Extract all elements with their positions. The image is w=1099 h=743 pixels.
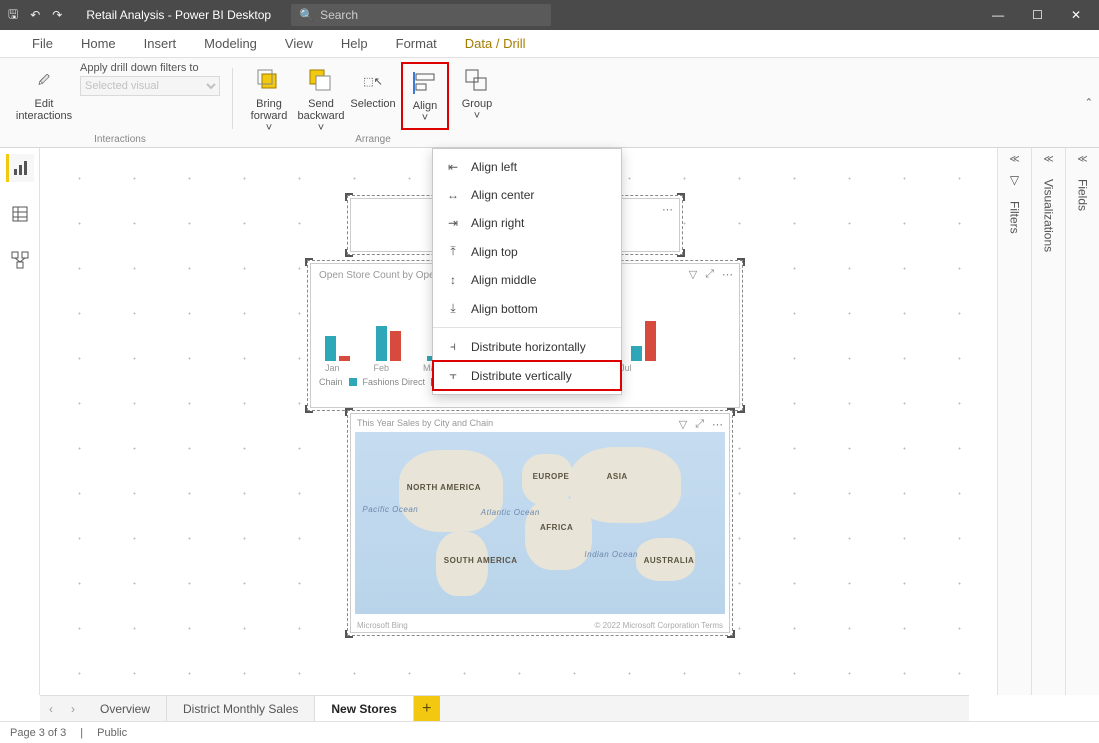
ribbon-group-interactions: 🖉 Edit interactions Apply drill down fil… (12, 62, 228, 147)
visual-more-icon[interactable]: ⋯ (722, 268, 733, 281)
minimize-icon[interactable]: — (992, 8, 1004, 22)
align-menu-align-center[interactable]: ↔Align center (433, 181, 621, 209)
align-menu-align-top[interactable]: ⤒Align top (433, 237, 621, 266)
redo-icon[interactable]: ↷ (52, 8, 62, 22)
ribbon-collapse-icon[interactable]: ⌃ (1085, 97, 1093, 108)
tab-data-drill[interactable]: Data / Drill (451, 30, 540, 57)
tab-help[interactable]: Help (327, 30, 382, 57)
filters-pane[interactable]: ≪ ▽ Filters (997, 148, 1031, 695)
tab-insert[interactable]: Insert (130, 30, 191, 57)
report-view-button[interactable] (6, 154, 34, 182)
status-bar: Page 3 of 3 | Public (0, 721, 1099, 743)
filter-icon[interactable]: ▽ (679, 418, 687, 431)
search-icon: 🔍 (299, 8, 314, 22)
align-menu-distribute-horizontally[interactable]: ⫞Distribute horizontally (433, 332, 621, 361)
bring-forward-button[interactable]: Bring forward ˅ (245, 62, 293, 138)
tab-modeling[interactable]: Modeling (190, 30, 271, 57)
model-view-button[interactable] (6, 246, 34, 274)
align-icon: ⫞ (445, 339, 461, 354)
align-menu-align-middle[interactable]: ↕Align middle (433, 266, 621, 294)
add-sheet-button[interactable]: + (414, 696, 440, 722)
app-title: Retail Analysis - Power BI Desktop (86, 8, 271, 22)
edit-interactions-button[interactable]: 🖉 Edit interactions (20, 62, 68, 126)
tab-view[interactable]: View (271, 30, 327, 57)
align-icon: ↔ (445, 188, 461, 202)
sheet-tab-district[interactable]: District Monthly Sales (167, 696, 315, 722)
map-visual[interactable]: ▽ ⤢ ⋯ This Year Sales by City and Chain … (350, 413, 730, 633)
tab-nav-prev[interactable]: ‹ (40, 702, 62, 716)
tab-home[interactable]: Home (67, 30, 130, 57)
chevron-left-icon: ≪ (1077, 154, 1087, 165)
visual-more-icon[interactable]: ⋯ (712, 418, 723, 431)
align-dropdown-menu: ⇤Align left↔Align center⇥Align right⤒Ali… (432, 148, 622, 395)
chevron-left-icon: ≪ (1043, 154, 1053, 165)
visual-more-icon[interactable]: ⋯ (662, 203, 673, 216)
search-placeholder: Search (320, 8, 358, 22)
align-menu-align-left[interactable]: ⇤Align left (433, 153, 621, 181)
chevron-left-icon: ≪ (1009, 154, 1019, 165)
map-body: NORTH AMERICA EUROPE ASIA AFRICA SOUTH A… (355, 432, 725, 614)
align-icon: ↕ (445, 273, 461, 287)
undo-icon[interactable]: ↶ (30, 8, 40, 22)
sheet-tabs: ‹ › Overview District Monthly Sales New … (40, 695, 969, 721)
save-icon[interactable]: 🖫 (8, 5, 18, 26)
drill-filter-select[interactable]: Selected visual (80, 76, 220, 96)
align-icon: ⇤ (445, 160, 461, 174)
fields-pane[interactable]: ≪ Fields (1065, 148, 1099, 695)
sensitivity-label: Public (97, 727, 127, 739)
tab-nav-next[interactable]: › (62, 702, 84, 716)
sheet-tab-overview[interactable]: Overview (84, 696, 167, 722)
align-icon: ⫟ (445, 368, 461, 383)
ribbon-group-arrange: Bring forward ˅ Send backward ˅ ⬚↖ Selec… (237, 62, 509, 147)
tab-file[interactable]: File (18, 30, 67, 57)
send-backward-button[interactable]: Send backward ˅ (297, 62, 345, 138)
focus-icon[interactable]: ⤢ (695, 418, 704, 431)
align-button[interactable]: Align˅ (401, 62, 449, 130)
tab-format[interactable]: Format (382, 30, 451, 57)
close-icon[interactable]: ✕ (1071, 8, 1081, 22)
align-menu-align-right[interactable]: ⇥Align right (433, 209, 621, 237)
selection-icon: ⬚↖ (363, 75, 383, 88)
edit-interactions-icon: 🖉 (38, 72, 50, 91)
visualizations-pane[interactable]: ≪ Visualizations (1031, 148, 1065, 695)
align-icon: ⤓ (445, 301, 461, 316)
maximize-icon[interactable]: ☐ (1032, 8, 1043, 22)
align-menu-align-bottom[interactable]: ⤓Align bottom (433, 294, 621, 323)
focus-icon[interactable]: ⤢ (705, 268, 714, 281)
search-box[interactable]: 🔍 Search (291, 4, 551, 26)
menu-tabs: File Home Insert Modeling View Help Form… (0, 30, 1099, 58)
align-menu-distribute-vertically[interactable]: ⫟Distribute vertically (433, 361, 621, 390)
filter-icon: ▽ (1010, 173, 1019, 187)
sheet-tab-new-stores[interactable]: New Stores (315, 696, 413, 722)
view-rail (0, 148, 40, 695)
group-button[interactable]: Group˅ (453, 62, 501, 126)
filter-icon[interactable]: ▽ (689, 268, 697, 281)
selection-button[interactable]: ⬚↖ Selection (349, 62, 397, 114)
page-indicator: Page 3 of 3 (10, 727, 66, 739)
right-panes: ≪ ▽ Filters ≪ Visualizations ≪ Fields (997, 148, 1099, 695)
align-icon: ⤒ (445, 244, 461, 259)
align-icon: ⇥ (445, 216, 461, 230)
ribbon: 🖉 Edit interactions Apply drill down fil… (0, 58, 1099, 148)
drill-filter-control: Apply drill down filters to Selected vis… (80, 62, 220, 96)
title-bar: 🖫 ↶ ↷ Retail Analysis - Power BI Desktop… (0, 0, 1099, 30)
data-view-button[interactable] (6, 200, 34, 228)
